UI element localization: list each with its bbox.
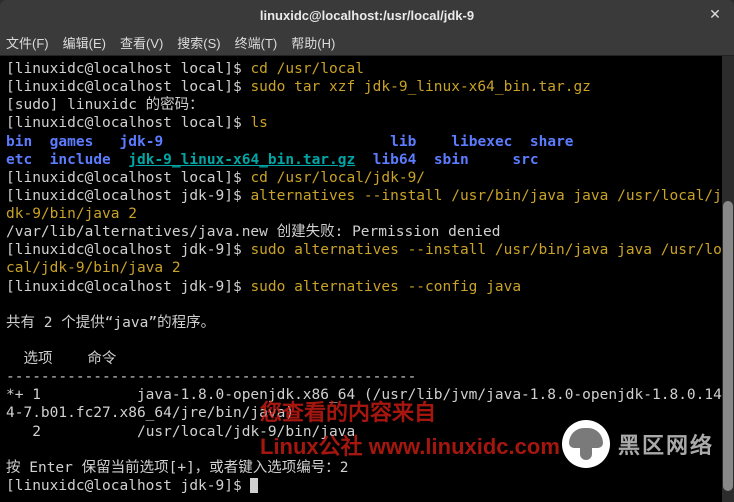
terminal-line: [linuxidc@localhost local]$ cd /usr/loca… (6, 60, 728, 78)
window-title: linuxidc@localhost:/usr/local/jdk-9 (260, 8, 474, 23)
terminal-viewport[interactable]: [linuxidc@localhost local]$ cd /usr/loca… (0, 56, 734, 502)
scrollbar-thumb[interactable] (723, 201, 733, 491)
terminal-line: [sudo] linuxidc 的密码： (6, 96, 728, 114)
terminal-line: [linuxidc@localhost local]$ cd /usr/loca… (6, 169, 728, 187)
terminal-line: [linuxidc@localhost local]$ sudo tar xzf… (6, 78, 728, 96)
terminal-line: ----------------------------------------… (6, 368, 728, 386)
terminal-line: 选项 命令 (6, 350, 728, 368)
menu-search[interactable]: 搜索(S) (177, 33, 220, 52)
menu-view[interactable]: 查看(V) (120, 33, 163, 52)
menubar: 文件(F) 编辑(E) 查看(V) 搜索(S) 终端(T) 帮助(H) (0, 30, 734, 56)
menu-edit[interactable]: 编辑(E) (63, 33, 106, 52)
menu-help[interactable]: 帮助(H) (291, 33, 335, 52)
window-titlebar: linuxidc@localhost:/usr/local/jdk-9 ✕ (0, 0, 734, 30)
terminal-line: [linuxidc@localhost jdk-9]$ sudo alterna… (6, 278, 728, 296)
terminal-line: [linuxidc@localhost local]$ ls (6, 114, 728, 132)
cursor (250, 478, 258, 493)
terminal-line: etc include jdk-9_linux-x64_bin.tar.gz l… (6, 151, 728, 169)
terminal-line: 按 Enter 保留当前选项[+]，或者键入选项编号：2 (6, 459, 728, 477)
menu-terminal[interactable]: 终端(T) (235, 33, 278, 52)
terminal-line (6, 441, 728, 459)
terminal-line (6, 296, 728, 314)
menu-file[interactable]: 文件(F) (6, 33, 49, 52)
terminal-line: [linuxidc@localhost jdk-9]$ (6, 477, 728, 495)
terminal-line: [linuxidc@localhost jdk-9]$ sudo alterna… (6, 241, 728, 277)
terminal-line: 2 /usr/local/jdk-9/bin/java (6, 423, 728, 441)
close-icon[interactable]: ✕ (706, 5, 724, 23)
terminal-line: bin games jdk-9 lib libexec share (6, 133, 728, 151)
terminal-line: 共有 2 个提供“java”的程序。 (6, 314, 728, 332)
terminal-line: /var/lib/alternatives/java.new 创建失败: Per… (6, 223, 728, 241)
scrollbar-track[interactable] (722, 56, 734, 502)
terminal-line: *+ 1 java-1.8.0-openjdk.x86_64 (/usr/lib… (6, 386, 728, 422)
terminal-line (6, 332, 728, 350)
terminal-line: [linuxidc@localhost jdk-9]$ alternatives… (6, 187, 728, 223)
